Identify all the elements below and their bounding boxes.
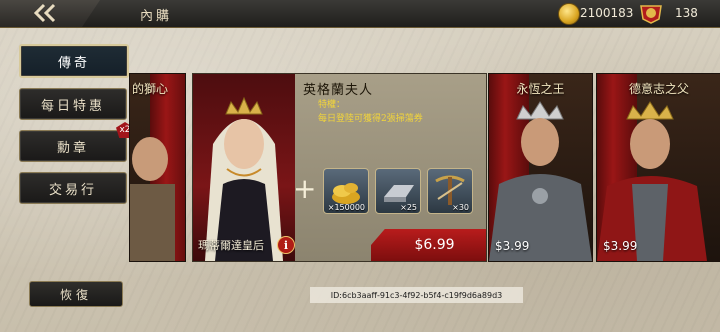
- back-arrow-icon: [34, 3, 56, 23]
- card-price: $3.99: [495, 239, 530, 253]
- queen-portrait: [193, 74, 295, 261]
- gold-coins-item[interactable]: ×150000: [323, 168, 369, 214]
- card-name: 永恆之王: [516, 82, 565, 96]
- tab-medals[interactable]: 勳章: [19, 130, 127, 162]
- queen-illustration-icon: [205, 96, 283, 261]
- user-id-label: ID:6cb3aaff-91c3-4f92-b5f4-c19f9d6a89d3: [310, 287, 523, 303]
- item-quantity: ×25: [400, 203, 417, 212]
- buy-button[interactable]: $6.99: [371, 229, 486, 261]
- perk-description: 每日登陸可獲得2張掃蕩券: [318, 114, 423, 124]
- tab-legend[interactable]: 傳奇: [19, 44, 129, 78]
- iron-ingots-item[interactable]: ×25: [375, 168, 421, 214]
- king-illustration-icon: [489, 101, 592, 261]
- tab-daily-deals[interactable]: 每日特惠: [19, 88, 127, 120]
- tab-label: 傳奇: [57, 55, 90, 71]
- back-button[interactable]: [0, 0, 100, 27]
- gold-coin-icon: [558, 3, 580, 25]
- king-illustration-icon: [597, 101, 707, 261]
- featured-offer-card[interactable]: 英格蘭夫人 特權： 每日登陸可獲得2張掃蕩券 + ×150000 ×25 ×30…: [192, 73, 487, 262]
- card-price: $3.99: [603, 239, 638, 253]
- medal-icon: [640, 5, 662, 24]
- king-portrait-icon: [130, 137, 175, 261]
- page-title: 內購: [140, 9, 173, 24]
- coin-balance: 2100183: [580, 6, 634, 20]
- info-icon[interactable]: i: [277, 236, 295, 254]
- offer-card-eternal-king[interactable]: 永恆之王 $3.99: [488, 73, 593, 262]
- perk-label: 特權：: [318, 100, 346, 110]
- item-quantity: ×30: [452, 203, 469, 212]
- item-quantity: ×150000: [327, 203, 365, 212]
- offer-title: 英格蘭夫人: [303, 83, 374, 98]
- tab-label: 交易行: [48, 182, 97, 198]
- top-bar: 內購 2100183 138: [0, 0, 720, 28]
- tab-label: 每日特惠: [40, 98, 105, 114]
- plus-icon: +: [293, 172, 317, 205]
- medal-balance: 138: [675, 6, 698, 20]
- card-name: 德意志之父: [628, 82, 689, 96]
- offer-card-father-of-germany[interactable]: 德意志之父 $3.99: [596, 73, 720, 262]
- restore-button[interactable]: 恢復: [29, 281, 123, 307]
- crossbow-item[interactable]: ×30: [427, 168, 473, 214]
- offer-card-partial[interactable]: 的獅心: [129, 73, 186, 262]
- tab-label: 勳章: [56, 140, 89, 156]
- character-name: 瑪蒂爾達皇后: [198, 239, 264, 252]
- restore-label: 恢復: [59, 287, 92, 302]
- card-name: 的獅心: [132, 82, 169, 96]
- tab-trading-post[interactable]: 交易行: [19, 172, 127, 204]
